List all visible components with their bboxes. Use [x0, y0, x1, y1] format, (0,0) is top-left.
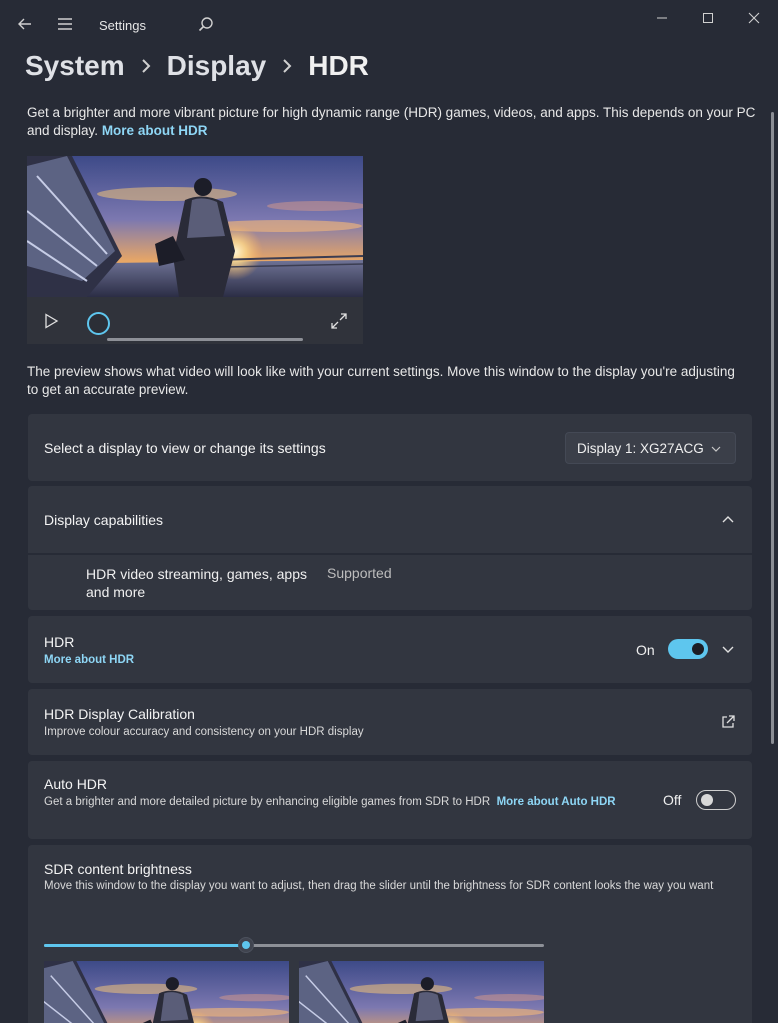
sdr-brightness-fill — [44, 944, 246, 947]
app-title: Settings — [99, 18, 146, 33]
display-capabilities-card: Display capabilities HDR video streaming… — [28, 486, 752, 610]
more-about-auto-hdr-link[interactable]: More about Auto HDR — [497, 796, 616, 808]
hdr-more-link: More about HDR — [44, 652, 134, 668]
video-progress-thumb[interactable] — [87, 312, 110, 335]
search-icon — [198, 17, 213, 32]
sdr-brightness-title: SDR content brightness — [44, 861, 192, 877]
select-display-card: Select a display to view or change its s… — [28, 414, 752, 481]
sdr-brightness-thumb[interactable] — [238, 937, 254, 953]
chevron-down-icon — [711, 446, 721, 452]
breadcrumb-hdr: HDR — [308, 50, 369, 81]
sdr-preview-image-before — [44, 961, 289, 1023]
capability-feature: HDR video streaming, games, apps and mor… — [86, 566, 307, 600]
divider — [28, 553, 752, 555]
hdr-title: HDR — [44, 634, 75, 650]
select-display-label: Select a display to view or change its s… — [44, 440, 326, 456]
preview-note: The preview shows what video will look l… — [27, 364, 735, 397]
back-button[interactable] — [9, 8, 41, 40]
close-icon — [748, 12, 760, 24]
maximize-button[interactable] — [685, 4, 731, 32]
video-progress-track[interactable] — [107, 338, 303, 341]
expand-icon[interactable] — [331, 313, 347, 329]
hdr-toggle[interactable] — [668, 639, 708, 659]
scrollbar[interactable] — [771, 112, 774, 744]
more-about-hdr-link[interactable]: More about HDR — [102, 123, 208, 138]
maximize-icon — [703, 13, 713, 23]
title-bar: Settings — [0, 0, 778, 48]
hdr-calibration-title: HDR Display Calibration — [44, 706, 195, 722]
back-arrow-icon — [18, 18, 31, 30]
auto-hdr-toggle[interactable] — [696, 790, 736, 810]
hamburger-menu-icon — [58, 18, 72, 30]
search-button[interactable] — [190, 8, 222, 40]
display-capabilities-header[interactable]: Display capabilities — [28, 486, 752, 553]
video-frame-image — [27, 156, 363, 297]
video-controls — [27, 297, 363, 344]
chevron-up-icon — [722, 516, 734, 523]
auto-hdr-state-label: Off — [663, 792, 682, 808]
capability-status: Supported — [327, 565, 392, 581]
hdr-calibration-card[interactable]: HDR Display Calibration Improve colour a… — [28, 689, 752, 755]
breadcrumb: System Display HDR — [25, 46, 369, 86]
chevron-down-icon[interactable] — [722, 643, 734, 655]
display-dropdown[interactable]: Display 1: XG27ACG — [565, 432, 736, 464]
breadcrumb-system[interactable]: System — [25, 50, 125, 82]
chevron-right-icon — [125, 59, 167, 73]
open-external-icon — [722, 715, 735, 728]
breadcrumb-display[interactable]: Display — [167, 50, 267, 82]
play-icon[interactable] — [43, 313, 59, 329]
minimize-button[interactable] — [639, 4, 685, 32]
hdr-card: HDR More about HDR On — [28, 616, 752, 683]
minimize-icon — [657, 17, 667, 19]
sdr-brightness-subtitle: Move this window to the display you want… — [44, 880, 714, 892]
chevron-right-icon — [266, 59, 308, 73]
navigation-menu-button[interactable] — [49, 8, 81, 40]
intro-description: Get a brighter and more vibrant picture … — [27, 104, 767, 140]
close-button[interactable] — [731, 4, 777, 32]
sdr-brightness-card: SDR content brightness Move this window … — [28, 845, 752, 1023]
auto-hdr-card: Auto HDR Get a brighter and more detaile… — [28, 761, 752, 839]
auto-hdr-title: Auto HDR — [44, 776, 108, 792]
hdr-calibration-subtitle: Improve colour accuracy and consistency … — [44, 726, 364, 738]
hdr-state-label: On — [636, 642, 655, 658]
auto-hdr-description: Get a brighter and more detailed picture… — [44, 794, 634, 810]
auto-hdr-subtitle: Get a brighter and more detailed picture… — [44, 796, 491, 808]
hdr-video-preview — [27, 156, 363, 344]
display-capabilities-title: Display capabilities — [44, 512, 164, 528]
display-dropdown-value: Display 1: XG27ACG — [577, 441, 704, 456]
sdr-preview-image-after — [299, 961, 544, 1023]
more-about-hdr-link[interactable]: More about HDR — [44, 654, 134, 666]
